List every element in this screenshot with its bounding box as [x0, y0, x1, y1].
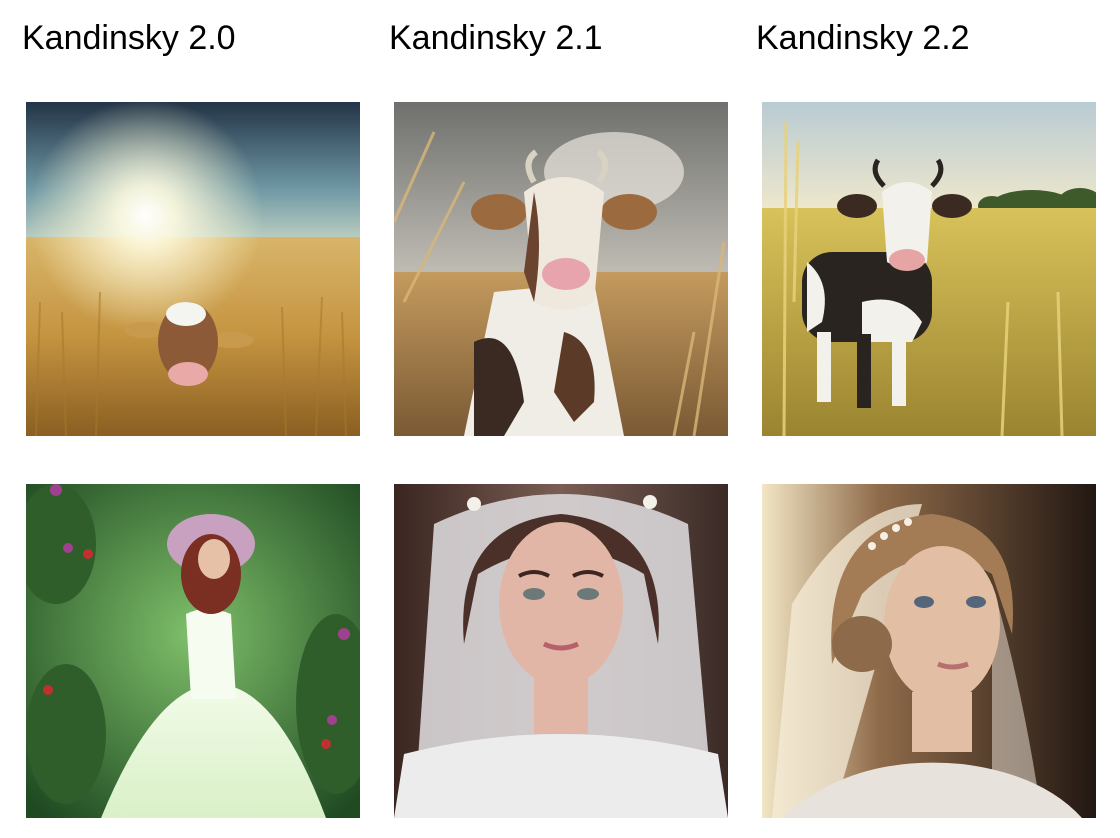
cow-standing-field-picture — [762, 102, 1096, 436]
image-bride-kandinsky-2-0 — [26, 484, 360, 818]
image-cow-kandinsky-2-2 — [762, 102, 1096, 436]
column-title-kandinsky-2-2: Kandinsky 2.2 — [756, 19, 970, 57]
image-cow-kandinsky-2-0 — [26, 102, 360, 436]
bride-garden-picture — [26, 484, 360, 818]
image-bride-kandinsky-2-1 — [394, 484, 728, 818]
image-cow-kandinsky-2-1 — [394, 102, 728, 436]
image-bride-kandinsky-2-2 — [762, 484, 1096, 818]
column-title-kandinsky-2-1: Kandinsky 2.1 — [389, 19, 603, 57]
bride-veil-portrait-picture — [394, 484, 728, 818]
column-title-kandinsky-2-0: Kandinsky 2.0 — [22, 19, 236, 57]
bride-window-light-picture — [762, 484, 1096, 818]
cow-field-sun-picture — [26, 102, 360, 436]
cow-field-portrait-picture — [394, 102, 728, 436]
